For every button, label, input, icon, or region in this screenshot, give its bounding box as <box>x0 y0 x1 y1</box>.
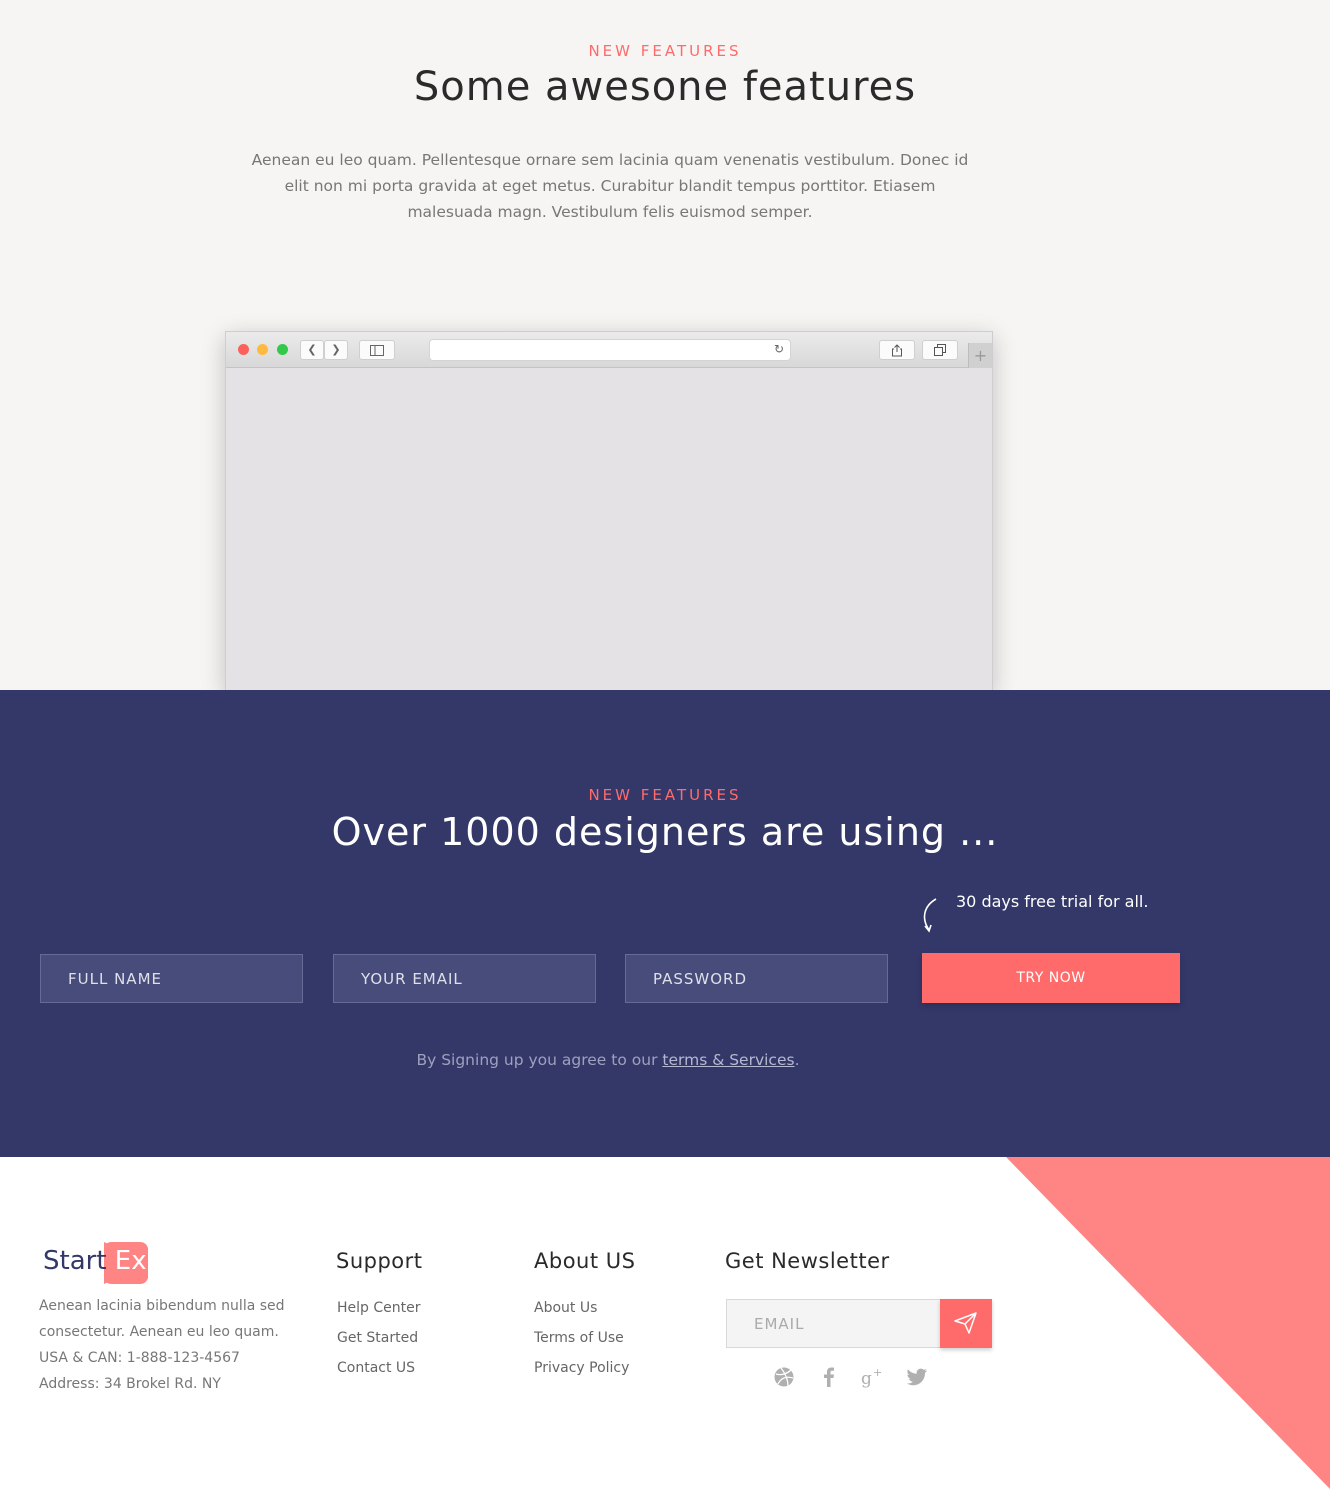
curved-arrow-icon <box>923 898 937 933</box>
terms-link[interactable]: terms & Services <box>662 1051 794 1069</box>
link-privacy-policy[interactable]: Privacy Policy <box>534 1353 629 1383</box>
link-contact-us[interactable]: Contact US <box>337 1353 421 1383</box>
link-terms-of-use[interactable]: Terms of Use <box>534 1323 629 1353</box>
features-title: Some awesone features <box>413 64 917 110</box>
google-plus-icon[interactable]: g + <box>860 1365 884 1389</box>
minimize-window-dot <box>257 344 268 355</box>
about-us-heading: About US <box>534 1249 636 1273</box>
terms-prefix: By Signing up you agree to our <box>416 1051 663 1069</box>
signup-eyebrow: NEW FEATURES <box>588 786 742 804</box>
new-tab-icon: + <box>968 343 992 368</box>
tabs-overview-icon <box>922 340 958 360</box>
features-description: Aenean eu leo quam. Pellentesque ornare … <box>251 151 969 221</box>
sidebar-icon <box>359 340 395 360</box>
forward-arrow-icon: ❯ <box>324 340 348 360</box>
full-name-input[interactable] <box>40 954 303 1003</box>
contact-phone: USA & CAN: 1-888-123-4567 <box>39 1350 240 1366</box>
email-input[interactable] <box>333 954 596 1003</box>
signup-section: NEW FEATURES Over 1000 designers are usi… <box>0 690 1330 1157</box>
newsletter-submit-button[interactable] <box>940 1299 992 1348</box>
reload-icon: ↻ <box>773 342 784 356</box>
twitter-icon[interactable] <box>905 1365 929 1389</box>
try-now-button[interactable]: TRY NOW <box>922 953 1180 1003</box>
trial-note: 30 days free trial for all. <box>956 892 1149 911</box>
logo[interactable]: Start Ex <box>43 1246 147 1276</box>
dribbble-icon[interactable] <box>772 1365 796 1389</box>
terms-notice: By Signing up you agree to our terms & S… <box>0 1051 1216 1069</box>
link-about-us[interactable]: About Us <box>534 1293 629 1323</box>
about-line: Aenean lacinia bibendum nulla sed <box>39 1298 285 1314</box>
facebook-icon[interactable] <box>817 1365 841 1389</box>
maximize-window-dot <box>277 344 288 355</box>
newsletter-heading: Get Newsletter <box>725 1249 890 1273</box>
svg-text:g: g <box>861 1369 872 1389</box>
features-section: NEW FEATURES Some awesone features Aenea… <box>0 0 1330 690</box>
share-icon <box>879 340 915 360</box>
support-heading: Support <box>336 1249 423 1273</box>
browser-mockup: ❮ ❯ ↻ + <box>225 331 993 690</box>
terms-suffix: . <box>794 1051 800 1069</box>
close-window-dot <box>238 344 249 355</box>
link-get-started[interactable]: Get Started <box>337 1323 421 1353</box>
password-input[interactable] <box>625 954 888 1003</box>
features-eyebrow: NEW FEATURES <box>588 42 742 60</box>
browser-toolbar: ❮ ❯ ↻ + <box>226 332 992 368</box>
newsletter-email-input[interactable] <box>726 1299 942 1348</box>
signup-title: Over 1000 designers are using ... <box>331 810 999 854</box>
support-links: Help Center Get Started Contact US <box>337 1293 421 1383</box>
logo-ex: Ex <box>114 1246 147 1276</box>
about-us-links: About Us Terms of Use Privacy Policy <box>534 1293 629 1383</box>
send-icon <box>954 1312 977 1334</box>
about-line: consectetur. Aenean eu leo quam. <box>39 1324 279 1340</box>
back-arrow-icon: ❮ <box>300 340 324 360</box>
address-bar: ↻ <box>429 339 791 361</box>
footer-about: Aenean lacinia bibendum nulla sed consec… <box>39 1293 299 1397</box>
footer: Start Ex Aenean lacinia bibendum nulla s… <box>0 1157 1330 1489</box>
logo-start: Start <box>43 1246 107 1276</box>
contact-address: Address: 34 Brokel Rd. NY <box>39 1376 221 1392</box>
link-help-center[interactable]: Help Center <box>337 1293 421 1323</box>
svg-text:+: + <box>873 1366 882 1379</box>
